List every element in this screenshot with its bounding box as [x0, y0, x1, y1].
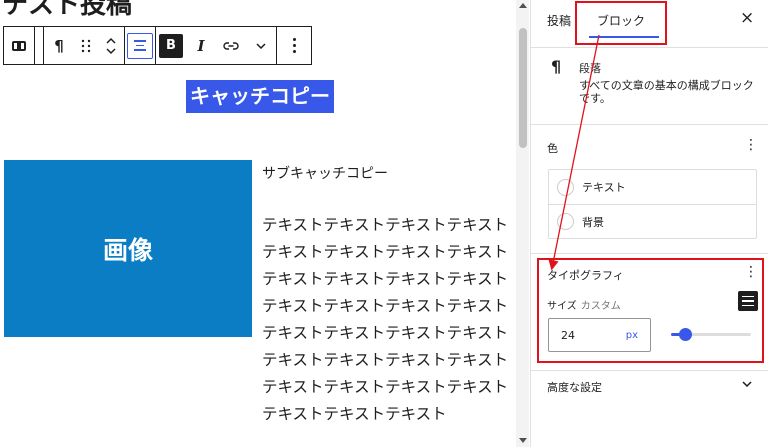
color-item-background[interactable]: 背景 [549, 204, 756, 238]
block-description: すべての文章の基本の構成ブロックです。 [579, 79, 754, 105]
annotation-box-block-tab [575, 1, 667, 45]
color-panel-title: 色 [547, 142, 558, 155]
drag-handle-icon[interactable] [74, 27, 98, 64]
chevron-down-icon [742, 376, 752, 390]
align-center-icon[interactable] [127, 32, 153, 59]
annotation-box-typography [537, 258, 764, 363]
color-swatch-icon [557, 213, 574, 230]
scroll-down-icon[interactable] [519, 438, 527, 443]
chevron-down-icon[interactable] [246, 27, 276, 64]
move-updown-icon[interactable] [98, 27, 124, 64]
advanced-panel[interactable]: 高度な設定 [531, 372, 768, 402]
catch-copy-heading[interactable]: キャッチコピー [186, 80, 334, 113]
toolbar-group-align [125, 27, 156, 64]
body-line: テキストテキストテキストテキスト [262, 351, 509, 369]
body-line: テキストテキストテキストテキスト [262, 270, 509, 288]
toolbar-group-block: ¶ [43, 27, 125, 64]
toolbar-group-format: B I [156, 27, 277, 64]
color-item-text[interactable]: テキスト [549, 170, 756, 204]
body-line: テキストテキストテキスト [262, 405, 447, 423]
paragraph-block-icon: ¶ [551, 57, 562, 76]
block-type-icon[interactable] [4, 27, 34, 64]
body-line: テキストテキストテキストテキスト [262, 324, 509, 342]
sub-catch-copy[interactable]: サブキャッチコピー [262, 163, 388, 183]
tab-post[interactable]: 投稿 [547, 12, 571, 29]
body-line: テキストテキストテキストテキスト [262, 243, 509, 261]
color-list: テキスト 背景 [548, 169, 757, 239]
more-options-icon[interactable] [277, 27, 311, 64]
color-swatch-icon [557, 178, 574, 196]
link-icon[interactable] [216, 27, 246, 64]
image-placeholder[interactable]: 画像 [4, 160, 252, 337]
block-name: 段落 [579, 62, 601, 75]
bold-icon[interactable]: B [159, 33, 183, 58]
screenshot-root: テスト投稿 ¶ B I キャッチコピー 画像 サブキャッチコピー テキストテキス… [0, 0, 768, 447]
color-options-icon[interactable]: ⋮ [744, 137, 758, 153]
post-title[interactable]: テスト投稿 [2, 0, 132, 21]
color-item-label: テキスト [582, 181, 626, 194]
color-panel: 色 ⋮ テキスト 背景 [531, 126, 768, 254]
italic-icon[interactable]: I [186, 27, 216, 64]
scroll-up-icon[interactable] [519, 3, 527, 8]
block-toolbar: ¶ B I [3, 26, 312, 65]
settings-sidebar: 投稿 ブロック × ¶ 段落 すべての文章の基本の構成ブロックです。 色 ⋮ テ… [530, 0, 768, 447]
body-line: テキストテキストテキストテキスト [262, 297, 509, 315]
paragraph-icon[interactable]: ¶ [44, 27, 74, 64]
advanced-panel-title: 高度な設定 [547, 381, 602, 394]
body-paragraph[interactable]: テキストテキストテキストテキスト テキストテキストテキストテキスト テキストテキ… [262, 212, 512, 428]
toolbar-group-parent [4, 27, 35, 64]
close-icon[interactable]: × [740, 8, 754, 28]
block-card: ¶ 段落 すべての文章の基本の構成ブロックです。 [531, 49, 768, 125]
scrollbar-thumb[interactable] [519, 28, 527, 148]
color-item-label: 背景 [582, 215, 604, 229]
toolbar-group-more [277, 27, 311, 64]
body-line: テキストテキストテキストテキスト [262, 216, 509, 234]
body-line: テキストテキストテキストテキスト [262, 378, 509, 396]
